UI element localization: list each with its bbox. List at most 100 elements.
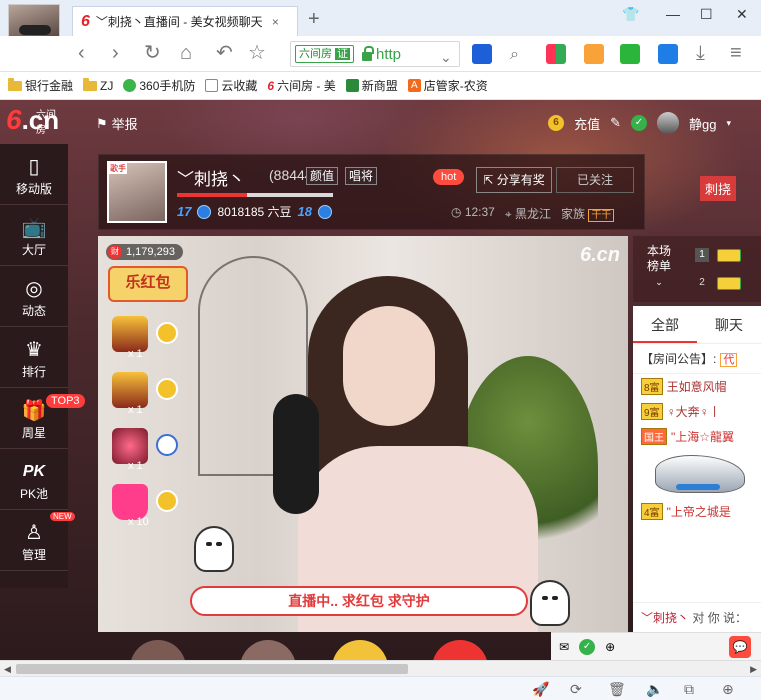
report-icon: ⚑ bbox=[96, 115, 108, 131]
wechat-icon[interactable] bbox=[620, 44, 640, 64]
redpacket-banner[interactable]: 乐红包 bbox=[108, 266, 188, 302]
back-button[interactable]: ‹ bbox=[78, 42, 85, 64]
crown-icon: ♛ bbox=[25, 339, 43, 361]
new-tab-button[interactable]: + bbox=[308, 8, 320, 31]
bookmark-item[interactable]: 云收藏 bbox=[205, 77, 257, 94]
site-logo[interactable]: 6.cn 六间房 bbox=[6, 104, 59, 136]
handbag-gift-icon bbox=[112, 484, 148, 520]
rank-row[interactable]: 1 bbox=[695, 248, 741, 262]
rank-badge bbox=[717, 248, 741, 262]
paw-search-icon[interactable] bbox=[472, 44, 492, 64]
browser-tab[interactable]: 6 ﹀刺挠丶直播间 - 美女视频聊天 × bbox=[72, 6, 298, 36]
thumbnail[interactable] bbox=[432, 640, 488, 660]
follow-button[interactable]: 已关注 bbox=[556, 167, 634, 193]
bookmark-item[interactable]: 6 六间房 - 美 bbox=[267, 77, 335, 94]
chat-target: ﹀刺挠丶 对 你 说： bbox=[633, 602, 761, 632]
skin-icon[interactable]: 👕 bbox=[622, 6, 639, 23]
anchor-meta: ◷ 12:37 ⌖ 黑龙江 家族 干干 bbox=[451, 205, 615, 222]
sidebar-item-pk[interactable]: PK PK池 bbox=[0, 449, 68, 510]
level-left: 17 bbox=[177, 204, 192, 219]
speed-icon[interactable]: ⟳ bbox=[570, 681, 582, 698]
thumbnail[interactable] bbox=[240, 640, 296, 660]
bookmark-item[interactable]: 360手机防 bbox=[123, 77, 195, 94]
browser-navbar: ‹ › ↻ ⌂ ↶ ☆ 六间房证 http ⌄ ⌕ ⤓ ≡ bbox=[0, 36, 761, 72]
zoom-icon[interactable]: ⊕ bbox=[605, 640, 615, 654]
rank-title[interactable]: 本场 榜单 ⌄ bbox=[647, 244, 671, 290]
scrollbar-thumb[interactable] bbox=[16, 664, 408, 674]
six-icon: 6 bbox=[267, 78, 275, 93]
user-dropdown-icon[interactable]: ▾ bbox=[726, 118, 731, 129]
download-icon[interactable]: ⤓ bbox=[696, 42, 705, 64]
menu-icon[interactable]: ≡ bbox=[730, 42, 742, 64]
scroll-right-icon[interactable]: ▶ bbox=[750, 664, 757, 675]
tab-close-icon[interactable]: × bbox=[272, 15, 279, 29]
live-video[interactable]: 6.cn 财 1,179,293 乐红包 x 1 x 1 x 1 x 10 直播… bbox=[98, 236, 628, 632]
location-text: ⌖ 黑龙江 bbox=[504, 207, 551, 221]
coin-icon bbox=[156, 490, 178, 512]
send-message-icon[interactable]: 💬 bbox=[729, 636, 751, 658]
address-bar[interactable]: 六间房证 http bbox=[290, 41, 460, 67]
zoom-icon[interactable]: ⊕ bbox=[722, 681, 734, 698]
sidebar-item-mobile[interactable]: ▯ 移动版 bbox=[0, 144, 68, 205]
sidebar-item-weekstar[interactable]: 🎁 周星 TOP3 bbox=[0, 388, 85, 449]
window-icon[interactable]: ⧉ bbox=[684, 681, 694, 698]
user-avatar[interactable] bbox=[657, 112, 679, 134]
gift-item: x 10 bbox=[106, 484, 178, 528]
game-icon[interactable] bbox=[658, 44, 678, 64]
user-name[interactable]: 静gg bbox=[689, 114, 716, 133]
volume-icon[interactable]: 🔈 bbox=[646, 681, 663, 698]
screenshot-icon[interactable] bbox=[584, 44, 604, 64]
browser-tabbar: 6 ﹀刺挠丶直播间 - 美女视频聊天 × + 👕 — ☐ ✕ bbox=[0, 0, 761, 36]
scroll-left-icon[interactable]: ◀ bbox=[4, 664, 11, 675]
header-user-area: 6 充值 ✎ ✓ 静gg ▾ bbox=[548, 112, 731, 134]
sidebar-item-rank[interactable]: ♛ 排行 bbox=[0, 327, 68, 388]
thumbnail[interactable] bbox=[130, 640, 186, 660]
recharge-link[interactable]: 充值 bbox=[574, 114, 600, 133]
rocket-icon[interactable]: 🚀 bbox=[532, 681, 549, 698]
refresh-button[interactable]: ↻ bbox=[144, 42, 161, 64]
trash-icon[interactable]: 🗑 bbox=[608, 681, 626, 698]
mail-icon[interactable]: ✉ bbox=[559, 640, 569, 654]
report-button[interactable]: ⚑ 举报 bbox=[96, 114, 138, 133]
chat-message: 国王 "上海☆龍翼 bbox=[633, 424, 761, 449]
chat-input-bar[interactable]: ✉ ✓ ⊕ 💬 bbox=[551, 632, 761, 660]
tab-all[interactable]: 全部 bbox=[633, 306, 697, 343]
bookmark-item[interactable]: 银行金融 bbox=[8, 77, 73, 94]
minimize-button[interactable]: — bbox=[666, 6, 680, 22]
rank-row[interactable]: 2 bbox=[695, 276, 741, 290]
redpacket-counter[interactable]: 财 1,179,293 bbox=[106, 244, 183, 260]
baymax-sticker bbox=[530, 580, 570, 626]
close-window-button[interactable]: ✕ bbox=[736, 6, 748, 23]
search-icon[interactable]: ⌕ bbox=[510, 44, 519, 66]
sidebar-item-feed[interactable]: ◎ 动态 bbox=[0, 266, 68, 327]
maximize-button[interactable]: ☐ bbox=[700, 6, 713, 23]
streamer-face bbox=[343, 306, 435, 426]
favorite-star-icon[interactable]: ☆ bbox=[248, 42, 266, 64]
tab-title: ﹀刺挠丶直播间 - 美女视频聊天 bbox=[95, 15, 263, 29]
level-right: 18 bbox=[297, 204, 312, 219]
share-button[interactable]: ⇱ 分享有奖 bbox=[476, 167, 552, 193]
sidebar-item-hall[interactable]: 📺 大厅 bbox=[0, 205, 68, 266]
forward-button[interactable]: › bbox=[112, 42, 119, 64]
manage-icon: ♙ bbox=[25, 522, 43, 544]
address-dropdown-icon[interactable]: ⌄ bbox=[440, 46, 452, 68]
sidebar-item-manage[interactable]: ♙ 管理 NEW bbox=[0, 510, 75, 571]
home-icon[interactable]: ⌂ bbox=[180, 42, 192, 64]
top-fan-name-badge[interactable]: 刺挠 bbox=[700, 176, 737, 201]
apps-grid-icon[interactable] bbox=[546, 44, 566, 64]
gift-item: x 1 bbox=[106, 372, 178, 416]
edit-icon[interactable]: ✎ bbox=[610, 115, 621, 131]
bookmark-item[interactable]: ZJ bbox=[83, 77, 113, 93]
bookmark-item[interactable]: A 店管家-农资 bbox=[407, 77, 488, 94]
thumbnail[interactable] bbox=[332, 640, 388, 660]
anchor-name[interactable]: ﹀刺挠丶 bbox=[177, 165, 245, 190]
tab-chat[interactable]: 聊天 bbox=[697, 306, 761, 343]
bookmark-item[interactable]: 新商盟 bbox=[345, 77, 398, 94]
horizontal-scrollbar[interactable]: ◀ ▶ bbox=[0, 660, 761, 676]
address-protocol: http bbox=[376, 45, 402, 63]
undo-icon[interactable]: ↶ bbox=[216, 42, 233, 64]
coin-icon bbox=[156, 378, 178, 400]
anchor-avatar[interactable]: 歌手 bbox=[107, 161, 167, 223]
volcano-gift-icon bbox=[112, 316, 148, 352]
browser-statusbar: 🚀 ⟳ 🗑 🔈 ⧉ ⊕ bbox=[0, 676, 761, 700]
